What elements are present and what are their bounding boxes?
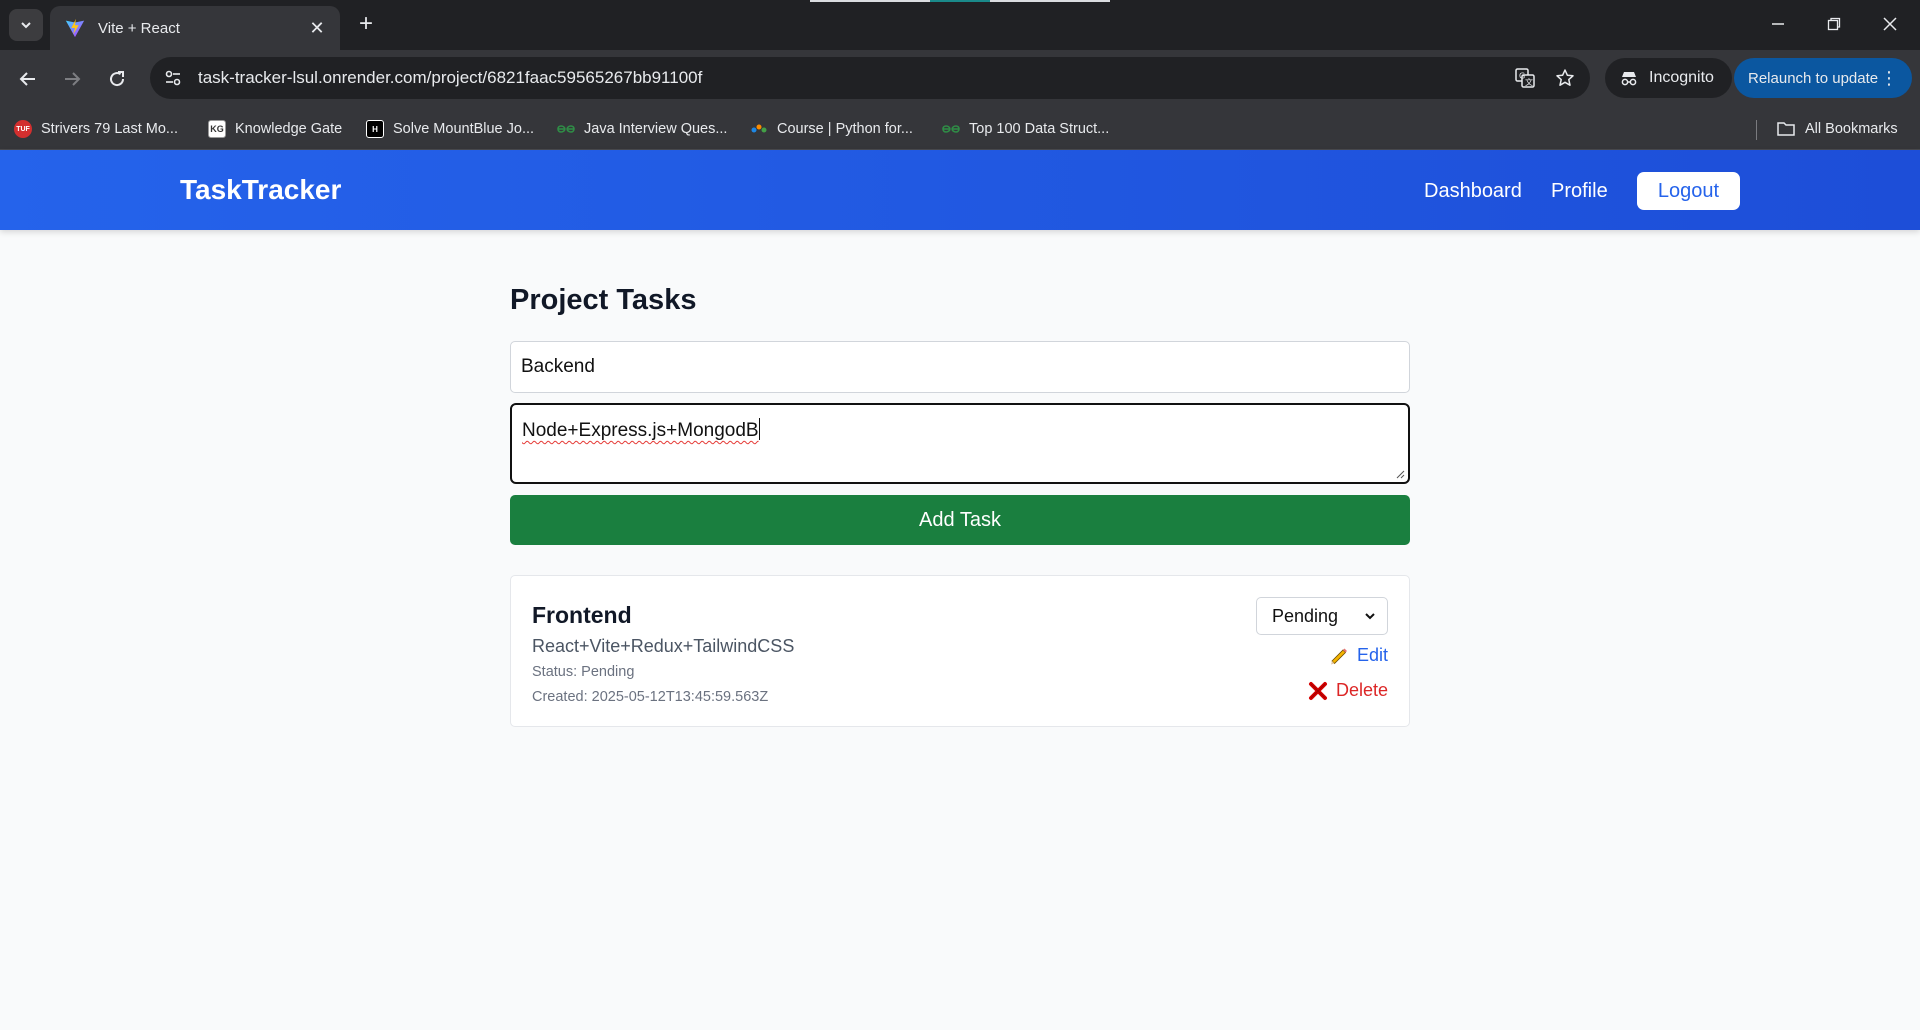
bookmark-item[interactable]: Course | Python for... bbox=[750, 116, 913, 142]
site-info-button[interactable] bbox=[156, 61, 190, 95]
all-bookmarks-button[interactable]: All Bookmarks bbox=[1776, 116, 1898, 142]
tab-search-button[interactable] bbox=[9, 9, 43, 41]
task-description: React+Vite+Redux+TailwindCSS bbox=[532, 636, 795, 656]
task-description-value: Node+Express.js+MongodB bbox=[522, 420, 759, 441]
vite-icon bbox=[65, 18, 85, 38]
chevron-down-icon bbox=[1365, 613, 1375, 620]
gfg-icon bbox=[942, 120, 960, 138]
task-created-text: Created: 2025-05-12T13:45:59.563Z bbox=[532, 689, 769, 705]
bookmark-label: Course | Python for... bbox=[777, 121, 913, 137]
all-bookmarks-label: All Bookmarks bbox=[1805, 121, 1898, 137]
bookmark-label: Top 100 Data Struct... bbox=[969, 121, 1110, 137]
close-window-button[interactable] bbox=[1870, 8, 1910, 40]
browser-tab-active[interactable]: Vite + React ✕ bbox=[50, 6, 340, 50]
task-title-input[interactable]: Backend bbox=[510, 341, 1410, 393]
app-navbar: TaskTracker Dashboard Profile Logout bbox=[0, 150, 1920, 230]
task-title-value: Backend bbox=[521, 356, 595, 377]
edit-label: Edit bbox=[1356, 645, 1388, 665]
hackerrank-icon: H bbox=[366, 120, 384, 138]
bookmark-label: Solve MountBlue Jo... bbox=[393, 121, 535, 137]
text-caret bbox=[758, 418, 760, 440]
bookmark-star-button[interactable] bbox=[1550, 63, 1580, 93]
folder-icon bbox=[1777, 122, 1795, 136]
browser-tabstrip: Vite + React ✕ + bbox=[0, 0, 1920, 50]
tune-icon bbox=[165, 70, 181, 86]
minimize-icon bbox=[1772, 23, 1784, 25]
incognito-label: Incognito bbox=[1649, 69, 1714, 86]
tab-title: Vite + React bbox=[98, 19, 180, 37]
star-icon bbox=[1556, 69, 1574, 86]
resize-grip-icon[interactable] bbox=[1395, 469, 1405, 479]
chevron-down-icon bbox=[21, 22, 31, 29]
bookmark-item[interactable]: Top 100 Data Struct... bbox=[942, 116, 1109, 142]
forward-button[interactable] bbox=[57, 64, 87, 94]
svg-text:文: 文 bbox=[1525, 77, 1533, 87]
logout-button[interactable]: Logout bbox=[1637, 172, 1740, 210]
browser-toolbar: task-tracker-lsul.onrender.com/project/6… bbox=[0, 50, 1920, 108]
bookmark-item[interactable]: Java Interview Ques... bbox=[557, 116, 727, 142]
arrow-left-icon bbox=[19, 72, 35, 86]
restore-button[interactable] bbox=[1814, 8, 1854, 40]
task-title: Frontend bbox=[532, 602, 632, 628]
bookmark-item[interactable]: TUF Strivers 79 Last Mo... bbox=[14, 116, 178, 142]
nav-profile-link[interactable]: Profile bbox=[1551, 180, 1608, 203]
relaunch-button[interactable]: Relaunch to update ⋮ bbox=[1734, 58, 1912, 98]
bookmark-label: Knowledge Gate bbox=[235, 121, 343, 137]
bookmark-item[interactable]: KG Knowledge Gate bbox=[208, 116, 342, 142]
delete-task-button[interactable]: Delete bbox=[1308, 680, 1388, 701]
more-vert-icon[interactable]: ⋮ bbox=[1880, 69, 1898, 87]
reload-icon bbox=[110, 71, 125, 87]
add-task-button[interactable]: Add Task bbox=[510, 495, 1410, 545]
arrow-right-icon bbox=[65, 72, 81, 86]
pencil-icon bbox=[1330, 648, 1347, 664]
close-icon bbox=[1883, 17, 1897, 31]
task-card: Frontend React+Vite+Redux+TailwindCSS St… bbox=[510, 575, 1410, 727]
bookmark-item[interactable]: H Solve MountBlue Jo... bbox=[366, 116, 534, 142]
status-select-value: Pending bbox=[1272, 605, 1339, 626]
bookmark-label: Java Interview Ques... bbox=[584, 121, 728, 137]
bookmarks-divider bbox=[1756, 120, 1757, 140]
delete-label: Delete bbox=[1335, 680, 1388, 700]
reload-button[interactable] bbox=[102, 64, 132, 94]
brand-logo[interactable]: TaskTracker bbox=[180, 174, 341, 206]
restore-icon bbox=[1827, 17, 1841, 31]
task-description-textarea[interactable]: Node+Express.js+MongodB bbox=[510, 403, 1410, 484]
kg-icon: KG bbox=[208, 120, 226, 138]
task-status-text: Status: Pending bbox=[532, 664, 635, 680]
address-bar[interactable]: task-tracker-lsul.onrender.com/project/6… bbox=[150, 57, 1590, 99]
minimize-button[interactable] bbox=[1758, 8, 1798, 40]
tab-group-indicator bbox=[810, 0, 1110, 2]
bookmark-label: Strivers 79 Last Mo... bbox=[41, 121, 178, 137]
course-icon bbox=[750, 120, 768, 138]
relaunch-label: Relaunch to update bbox=[1748, 69, 1879, 87]
gfg-icon bbox=[557, 120, 575, 138]
task-status-select[interactable]: Pending bbox=[1256, 597, 1388, 635]
tab-close-icon[interactable]: ✕ bbox=[306, 18, 328, 39]
nav-dashboard-link[interactable]: Dashboard bbox=[1424, 180, 1522, 203]
incognito-icon bbox=[1621, 72, 1637, 86]
page-title: Project Tasks bbox=[510, 284, 697, 316]
translate-icon: G文 bbox=[1515, 68, 1535, 88]
tuf-icon: TUF bbox=[14, 120, 32, 138]
url-text: task-tracker-lsul.onrender.com/project/6… bbox=[198, 68, 703, 87]
incognito-indicator[interactable]: Incognito bbox=[1605, 58, 1732, 98]
translate-button[interactable]: G文 bbox=[1510, 63, 1540, 93]
new-tab-button[interactable]: + bbox=[352, 11, 380, 39]
edit-task-button[interactable]: Edit bbox=[1329, 645, 1388, 666]
bookmarks-bar: TUF Strivers 79 Last Mo... KG Knowledge … bbox=[0, 108, 1920, 150]
back-button[interactable] bbox=[13, 64, 43, 94]
cross-mark-icon bbox=[1308, 681, 1327, 700]
